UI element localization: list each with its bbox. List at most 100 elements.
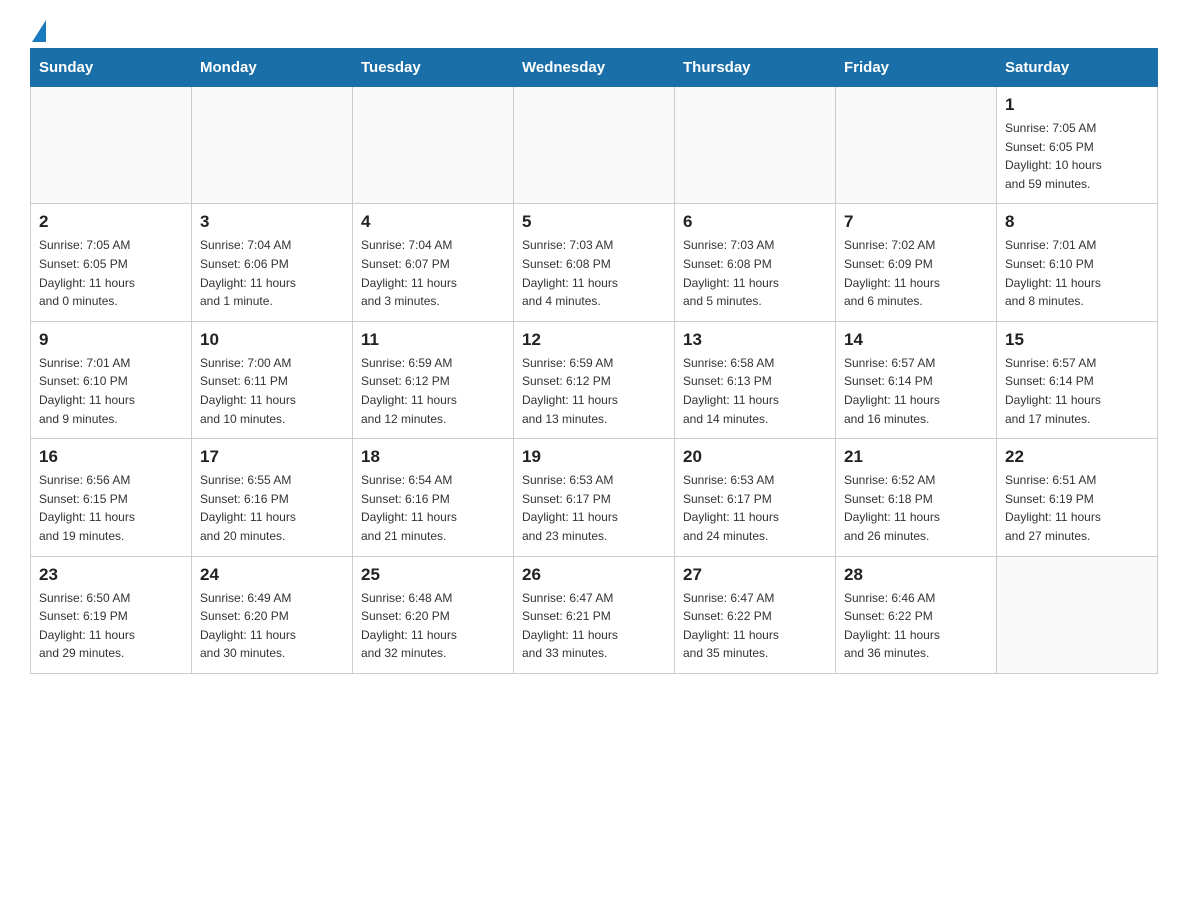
day-number: 21	[844, 447, 988, 467]
day-info: Sunrise: 6:59 AMSunset: 6:12 PMDaylight:…	[361, 354, 505, 428]
calendar-cell: 8 Sunrise: 7:01 AMSunset: 6:10 PMDaylight…	[997, 204, 1158, 321]
day-number: 22	[1005, 447, 1149, 467]
calendar-cell: 28 Sunrise: 6:46 AMSunset: 6:22 PMDayligh…	[836, 556, 997, 673]
day-number: 6	[683, 212, 827, 232]
day-info: Sunrise: 6:57 AMSunset: 6:14 PMDaylight:…	[1005, 354, 1149, 428]
day-info: Sunrise: 6:55 AMSunset: 6:16 PMDaylight:…	[200, 471, 344, 545]
calendar-cell: 25 Sunrise: 6:48 AMSunset: 6:20 PMDayligh…	[353, 556, 514, 673]
logo	[30, 20, 48, 38]
day-info: Sunrise: 7:03 AMSunset: 6:08 PMDaylight:…	[683, 236, 827, 310]
day-info: Sunrise: 6:59 AMSunset: 6:12 PMDaylight:…	[522, 354, 666, 428]
day-info: Sunrise: 7:01 AMSunset: 6:10 PMDaylight:…	[1005, 236, 1149, 310]
day-number: 28	[844, 565, 988, 585]
calendar-cell: 23 Sunrise: 6:50 AMSunset: 6:19 PMDayligh…	[31, 556, 192, 673]
column-header-wednesday: Wednesday	[514, 49, 675, 87]
calendar-cell: 7 Sunrise: 7:02 AMSunset: 6:09 PMDaylight…	[836, 204, 997, 321]
calendar-cell: 17 Sunrise: 6:55 AMSunset: 6:16 PMDayligh…	[192, 439, 353, 556]
day-info: Sunrise: 7:05 AMSunset: 6:05 PMDaylight:…	[39, 236, 183, 310]
calendar-cell: 27Sunrise: 6:47 AMSunset: 6:22 PMDayligh…	[675, 556, 836, 673]
day-info: Sunrise: 6:51 AMSunset: 6:19 PMDaylight:…	[1005, 471, 1149, 545]
day-info: Sunrise: 7:04 AMSunset: 6:06 PMDaylight:…	[200, 236, 344, 310]
calendar-cell: 2 Sunrise: 7:05 AMSunset: 6:05 PMDaylight…	[31, 204, 192, 321]
day-number: 13	[683, 330, 827, 350]
calendar-week-row: 9 Sunrise: 7:01 AMSunset: 6:10 PMDaylight…	[31, 321, 1158, 438]
calendar-cell: 3 Sunrise: 7:04 AMSunset: 6:06 PMDaylight…	[192, 204, 353, 321]
calendar-cell	[836, 87, 997, 204]
day-info: Sunrise: 7:01 AMSunset: 6:10 PMDaylight:…	[39, 354, 183, 428]
day-info: Sunrise: 6:53 AMSunset: 6:17 PMDaylight:…	[683, 471, 827, 545]
calendar-cell: 19 Sunrise: 6:53 AMSunset: 6:17 PMDayligh…	[514, 439, 675, 556]
day-number: 12	[522, 330, 666, 350]
day-number: 1	[1005, 95, 1149, 115]
day-info: Sunrise: 6:57 AMSunset: 6:14 PMDaylight:…	[844, 354, 988, 428]
day-info: Sunrise: 6:47 AMSunset: 6:21 PMDaylight:…	[522, 589, 666, 663]
column-header-saturday: Saturday	[997, 49, 1158, 87]
calendar-cell: 12 Sunrise: 6:59 AMSunset: 6:12 PMDayligh…	[514, 321, 675, 438]
day-number: 2	[39, 212, 183, 232]
day-info: Sunrise: 6:49 AMSunset: 6:20 PMDaylight:…	[200, 589, 344, 663]
calendar-cell: 18Sunrise: 6:54 AMSunset: 6:16 PMDayligh…	[353, 439, 514, 556]
day-number: 10	[200, 330, 344, 350]
day-number: 4	[361, 212, 505, 232]
day-info: Sunrise: 6:56 AMSunset: 6:15 PMDaylight:…	[39, 471, 183, 545]
day-number: 8	[1005, 212, 1149, 232]
day-info: Sunrise: 6:58 AMSunset: 6:13 PMDaylight:…	[683, 354, 827, 428]
day-number: 9	[39, 330, 183, 350]
calendar-cell: 11 Sunrise: 6:59 AMSunset: 6:12 PMDayligh…	[353, 321, 514, 438]
calendar-cell	[514, 87, 675, 204]
calendar-cell: 9 Sunrise: 7:01 AMSunset: 6:10 PMDaylight…	[31, 321, 192, 438]
day-info: Sunrise: 7:02 AMSunset: 6:09 PMDaylight:…	[844, 236, 988, 310]
column-header-tuesday: Tuesday	[353, 49, 514, 87]
day-number: 19	[522, 447, 666, 467]
day-number: 18	[361, 447, 505, 467]
calendar-cell	[997, 556, 1158, 673]
calendar-header-row: SundayMondayTuesdayWednesdayThursdayFrid…	[31, 49, 1158, 87]
calendar-week-row: 1 Sunrise: 7:05 AMSunset: 6:05 PMDaylight…	[31, 87, 1158, 204]
day-number: 7	[844, 212, 988, 232]
calendar-cell: 10 Sunrise: 7:00 AMSunset: 6:11 PMDayligh…	[192, 321, 353, 438]
day-number: 14	[844, 330, 988, 350]
day-info: Sunrise: 6:48 AMSunset: 6:20 PMDaylight:…	[361, 589, 505, 663]
calendar-cell: 16 Sunrise: 6:56 AMSunset: 6:15 PMDayligh…	[31, 439, 192, 556]
calendar-cell: 24 Sunrise: 6:49 AMSunset: 6:20 PMDayligh…	[192, 556, 353, 673]
day-number: 11	[361, 330, 505, 350]
calendar-cell: 4Sunrise: 7:04 AMSunset: 6:07 PMDaylight…	[353, 204, 514, 321]
day-number: 15	[1005, 330, 1149, 350]
day-number: 5	[522, 212, 666, 232]
calendar-week-row: 2 Sunrise: 7:05 AMSunset: 6:05 PMDaylight…	[31, 204, 1158, 321]
calendar-week-row: 23 Sunrise: 6:50 AMSunset: 6:19 PMDayligh…	[31, 556, 1158, 673]
day-info: Sunrise: 6:52 AMSunset: 6:18 PMDaylight:…	[844, 471, 988, 545]
column-header-friday: Friday	[836, 49, 997, 87]
day-number: 17	[200, 447, 344, 467]
column-header-thursday: Thursday	[675, 49, 836, 87]
column-header-sunday: Sunday	[31, 49, 192, 87]
logo-triangle-icon	[32, 20, 46, 42]
calendar-cell: 22 Sunrise: 6:51 AMSunset: 6:19 PMDayligh…	[997, 439, 1158, 556]
calendar-cell: 14 Sunrise: 6:57 AMSunset: 6:14 PMDayligh…	[836, 321, 997, 438]
day-number: 20	[683, 447, 827, 467]
calendar-cell	[675, 87, 836, 204]
day-number: 16	[39, 447, 183, 467]
day-info: Sunrise: 7:00 AMSunset: 6:11 PMDaylight:…	[200, 354, 344, 428]
day-info: Sunrise: 6:47 AMSunset: 6:22 PMDaylight:…	[683, 589, 827, 663]
day-number: 3	[200, 212, 344, 232]
calendar-cell: 20 Sunrise: 6:53 AMSunset: 6:17 PMDayligh…	[675, 439, 836, 556]
calendar-cell: 26 Sunrise: 6:47 AMSunset: 6:21 PMDayligh…	[514, 556, 675, 673]
day-number: 23	[39, 565, 183, 585]
day-number: 26	[522, 565, 666, 585]
calendar-table: SundayMondayTuesdayWednesdayThursdayFrid…	[30, 48, 1158, 674]
day-number: 25	[361, 565, 505, 585]
day-number: 24	[200, 565, 344, 585]
page-header	[30, 20, 1158, 38]
day-info: Sunrise: 6:50 AMSunset: 6:19 PMDaylight:…	[39, 589, 183, 663]
calendar-cell: 1 Sunrise: 7:05 AMSunset: 6:05 PMDaylight…	[997, 87, 1158, 204]
day-info: Sunrise: 6:46 AMSunset: 6:22 PMDaylight:…	[844, 589, 988, 663]
day-info: Sunrise: 6:53 AMSunset: 6:17 PMDaylight:…	[522, 471, 666, 545]
column-header-monday: Monday	[192, 49, 353, 87]
day-info: Sunrise: 7:05 AMSunset: 6:05 PMDaylight:…	[1005, 119, 1149, 193]
calendar-cell: 13 Sunrise: 6:58 AMSunset: 6:13 PMDayligh…	[675, 321, 836, 438]
calendar-cell	[192, 87, 353, 204]
calendar-cell	[31, 87, 192, 204]
calendar-cell: 6 Sunrise: 7:03 AMSunset: 6:08 PMDaylight…	[675, 204, 836, 321]
calendar-cell: 5Sunrise: 7:03 AMSunset: 6:08 PMDaylight…	[514, 204, 675, 321]
